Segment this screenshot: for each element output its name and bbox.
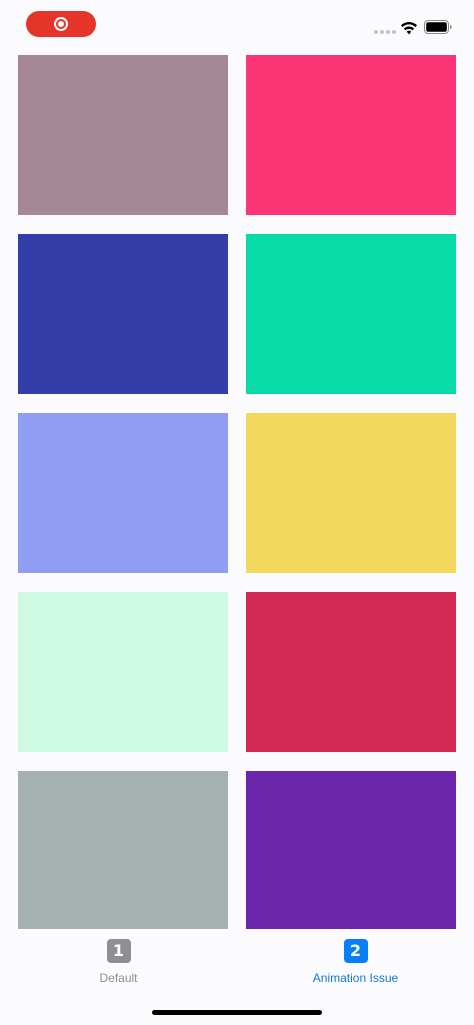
color-tile[interactable] [246,413,456,573]
color-tile[interactable] [18,592,228,752]
color-tile[interactable] [246,234,456,394]
color-tile[interactable] [18,413,228,573]
tab-default-icon: 1 [106,939,131,963]
tab-default-label: Default [99,971,138,985]
tab-animation-issue[interactable]: 2 Animation Issue [237,939,474,985]
color-tile[interactable] [18,771,228,931]
tab-animation-issue-icon: 2 [343,939,368,963]
color-tile[interactable] [246,771,456,931]
color-tile[interactable] [18,55,228,215]
color-tile[interactable] [18,234,228,394]
status-bar [0,0,474,48]
tab-default[interactable]: 1 Default [0,939,237,985]
tab-animation-issue-label: Animation Issue [312,971,399,985]
wifi-icon [401,22,417,35]
cellular-signal-icon [374,30,396,34]
home-indicator[interactable] [152,1010,322,1015]
color-tile[interactable] [246,55,456,215]
app-screen: 1 Default 2 Animation Issue [0,0,474,1025]
record-icon [54,17,68,31]
battery-icon [424,20,452,34]
color-grid [18,55,456,931]
screen-recording-indicator[interactable] [26,11,96,37]
color-tile[interactable] [246,592,456,752]
